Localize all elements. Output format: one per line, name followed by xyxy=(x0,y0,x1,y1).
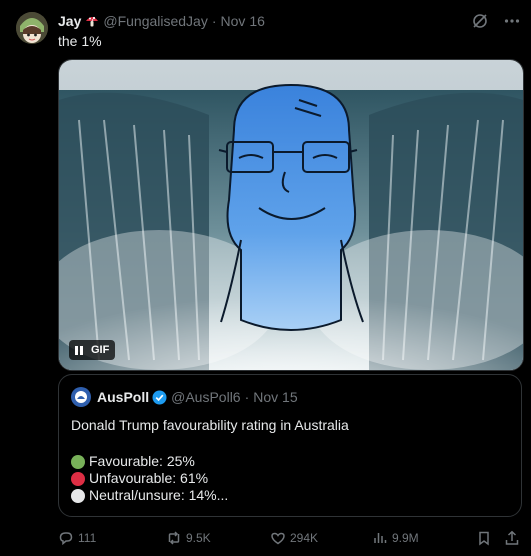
reply-icon xyxy=(59,532,73,546)
gif-media[interactable]: GIF xyxy=(58,59,524,371)
repost-count: 9.5K xyxy=(186,531,211,545)
gif-badge[interactable]: GIF xyxy=(69,340,116,360)
share-icon xyxy=(505,530,519,545)
tweet-header: Jay @FungalisedJay · Nov 16 xyxy=(58,11,521,31)
quoted-text-title: Donald Trump favourability rating in Aus… xyxy=(71,417,349,433)
views-chart-icon xyxy=(374,533,387,543)
red-circle-icon xyxy=(71,471,85,486)
verified-badge-icon xyxy=(152,390,167,405)
quoted-line-unfavourable: Unfavourable: 61% xyxy=(71,470,228,487)
separator-dot: · xyxy=(211,13,217,29)
quoted-tweet[interactable]: AusPoll @AusPoll6 · Nov 15 Donald Trump … xyxy=(58,374,522,517)
bookmark-button[interactable] xyxy=(476,530,504,546)
bookmark-icon xyxy=(479,531,489,546)
like-button[interactable]: 294K xyxy=(270,530,372,546)
heart-icon xyxy=(271,532,285,545)
share-button[interactable] xyxy=(504,530,520,546)
quoted-text-lines: Favourable: 25% Unfavourable: 61% Neutra… xyxy=(71,453,228,504)
author-handle[interactable]: @FungalisedJay xyxy=(103,13,208,29)
tweet-date[interactable]: Nov 16 xyxy=(221,13,265,29)
reply-count: 111 xyxy=(78,531,97,545)
quoted-author-handle: @AusPoll6 xyxy=(171,389,241,405)
quoted-date: Nov 15 xyxy=(253,389,298,405)
quoted-line-neutral: Neutral/unsure: 14%... xyxy=(71,487,228,504)
grok-icon[interactable] xyxy=(471,12,489,30)
quoted-author-name: AusPoll xyxy=(97,389,150,405)
like-count: 294K xyxy=(290,531,319,545)
white-circle-icon xyxy=(71,488,85,503)
mushroom-emoji-icon xyxy=(85,14,99,28)
more-options-icon[interactable] xyxy=(503,12,521,30)
reply-button[interactable]: 111 xyxy=(58,530,166,546)
view-count: 9.9M xyxy=(392,531,419,545)
quoted-line-text: Neutral/unsure: 14%... xyxy=(89,487,229,503)
repost-icon xyxy=(168,531,180,545)
quoted-line-favourable: Favourable: 25% xyxy=(71,453,228,470)
gif-label: GIF xyxy=(91,344,110,356)
quoted-tweet-header: AusPoll @AusPoll6 · Nov 15 xyxy=(71,387,298,407)
quoted-author-avatar xyxy=(71,387,91,407)
quoted-separator-dot: · xyxy=(244,389,250,405)
quoted-line-text: Favourable: 25% xyxy=(89,453,195,469)
views-button[interactable]: 9.9M xyxy=(372,530,476,546)
quoted-line-text: Unfavourable: 61% xyxy=(89,470,209,486)
green-circle-icon xyxy=(71,454,85,469)
action-bar: 111 9.5K 294K 9.9M xyxy=(58,528,524,548)
author-name[interactable]: Jay xyxy=(58,13,81,29)
waterfall-gif-image xyxy=(59,60,523,370)
pause-icon[interactable] xyxy=(75,345,83,355)
repost-button[interactable]: 9.5K xyxy=(166,530,270,546)
tweet-text: the 1% xyxy=(58,33,102,49)
author-avatar[interactable] xyxy=(16,12,48,44)
